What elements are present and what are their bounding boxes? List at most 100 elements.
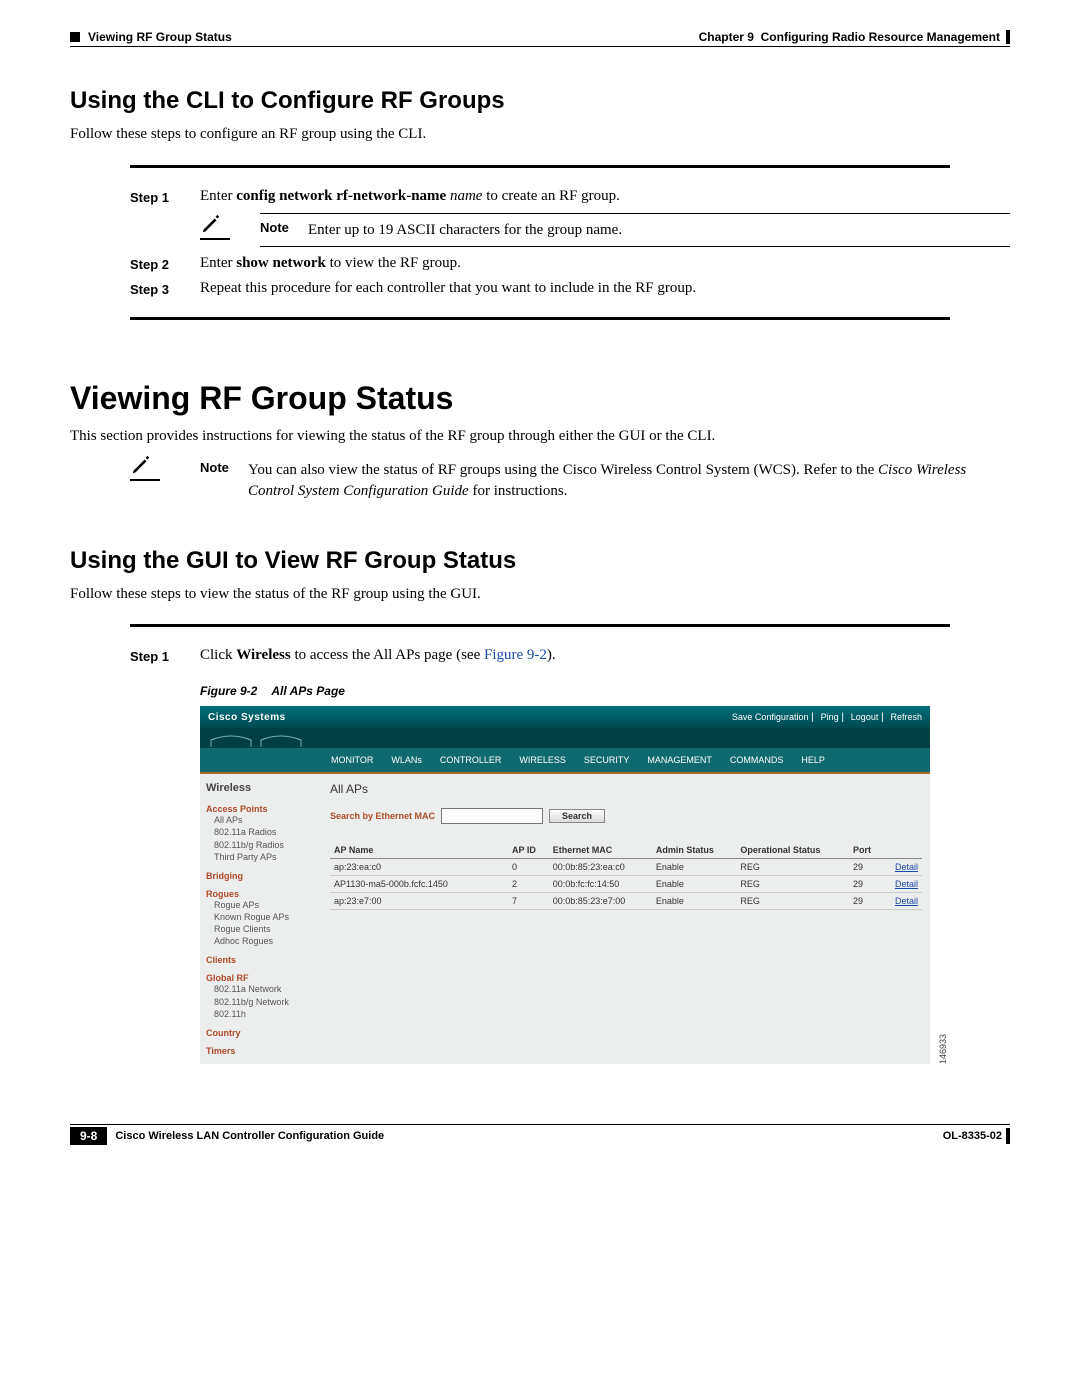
step-1: Step 1 Enter config network rf-network-n… bbox=[70, 188, 1010, 205]
step-3: Step 3 Repeat this procedure for each co… bbox=[70, 280, 1010, 297]
step-3-body: Repeat this procedure for each controlle… bbox=[200, 280, 1010, 297]
sidebar-item-all-aps[interactable]: All APs bbox=[214, 814, 316, 826]
th-op-status: Operational Status bbox=[736, 842, 849, 859]
sidebar-item-80211a-network[interactable]: 802.11a Network bbox=[214, 983, 316, 995]
sidebar-item-rogues[interactable]: Rogues bbox=[206, 889, 316, 899]
table-cell: AP1130-ma5-000b.fcfc.1450 bbox=[330, 876, 508, 893]
header-chapter: Chapter 9 bbox=[699, 30, 754, 44]
tab-wireless[interactable]: WIRELESS bbox=[510, 752, 575, 768]
footer: 9-8 Cisco Wireless LAN Controller Config… bbox=[70, 1127, 1010, 1145]
header-square-icon bbox=[70, 32, 80, 42]
table-cell: Enable bbox=[652, 893, 736, 910]
step-1-label: Step 1 bbox=[130, 188, 200, 205]
detail-link[interactable]: Detail bbox=[882, 893, 922, 910]
table-cell: 2 bbox=[508, 876, 549, 893]
viewing-intro-text: This section provides instructions for v… bbox=[70, 427, 1010, 447]
table-cell: REG bbox=[736, 876, 849, 893]
step-2: Step 2 Enter show network to view the RF… bbox=[70, 255, 1010, 272]
step-2-body: Enter show network to view the RF group. bbox=[200, 255, 1010, 272]
tab-controller[interactable]: CONTROLLER bbox=[431, 752, 511, 768]
note-step1: Note Enter up to 19 ASCII characters for… bbox=[200, 213, 1010, 247]
sidebar-item-80211bg-network[interactable]: 802.11b/g Network bbox=[214, 996, 316, 1008]
tab-help[interactable]: HELP bbox=[792, 752, 834, 768]
footer-end-bar-icon bbox=[1006, 1128, 1010, 1144]
figure-caption: Figure 9-2All APs Page bbox=[200, 684, 1010, 698]
tab-monitor[interactable]: MONITOR bbox=[322, 752, 382, 768]
table-cell: REG bbox=[736, 893, 849, 910]
table-cell: 00:0b:85:23:e7:00 bbox=[549, 893, 652, 910]
step-2-label: Step 2 bbox=[130, 255, 200, 272]
sidebar-item-country[interactable]: Country bbox=[206, 1028, 316, 1038]
link-save-config[interactable]: Save Configuration bbox=[732, 712, 809, 722]
running-header: Viewing RF Group Status Chapter 9 Config… bbox=[70, 30, 1010, 44]
note-label: Note bbox=[200, 460, 248, 475]
sidebar-item-known-rogue-aps[interactable]: Known Rogue APs bbox=[214, 911, 316, 923]
main-title: All APs bbox=[330, 782, 922, 796]
pencil-icon bbox=[200, 213, 222, 235]
sidebar-item-global-rf[interactable]: Global RF bbox=[206, 973, 316, 983]
sidebar-item-clients[interactable]: Clients bbox=[206, 955, 316, 965]
th-admin-status: Admin Status bbox=[652, 842, 736, 859]
tab-wlans[interactable]: WLANs bbox=[382, 752, 431, 768]
sidebar-item-adhoc-rogues[interactable]: Adhoc Rogues bbox=[214, 935, 316, 947]
link-logout[interactable]: Logout bbox=[851, 712, 879, 722]
sidebar-item-80211h[interactable]: 802.11h bbox=[214, 1008, 316, 1020]
table-cell: 29 bbox=[849, 876, 882, 893]
sidebar-item-80211bg-radios[interactable]: 802.11b/g Radios bbox=[214, 839, 316, 851]
sidebar-title: Wireless bbox=[206, 782, 316, 794]
header-end-bar-icon bbox=[1006, 30, 1010, 44]
search-input[interactable] bbox=[441, 808, 543, 824]
sidebar-item-rogue-clients[interactable]: Rogue Clients bbox=[214, 923, 316, 935]
header-left-text: Viewing RF Group Status bbox=[88, 30, 232, 44]
sidebar-item-rogue-aps[interactable]: Rogue APs bbox=[214, 899, 316, 911]
th-port: Port bbox=[849, 842, 882, 859]
sidebar-item-timers[interactable]: Timers bbox=[206, 1046, 316, 1056]
step-1-gui: Step 1 Click Wireless to access the All … bbox=[70, 647, 1010, 664]
th-blank bbox=[882, 842, 922, 859]
table-cell: 0 bbox=[508, 859, 549, 876]
table-cell: 00:0b:85:23:ea:c0 bbox=[549, 859, 652, 876]
pencil-icon bbox=[130, 454, 152, 476]
heading-gui-view: Using the GUI to View RF Group Status bbox=[70, 547, 1010, 575]
th-ap-id: AP ID bbox=[508, 842, 549, 859]
tab-commands[interactable]: COMMANDS bbox=[721, 752, 793, 768]
table-header-row: AP Name AP ID Ethernet MAC Admin Status … bbox=[330, 842, 922, 859]
th-ap-name: AP Name bbox=[330, 842, 508, 859]
heading-cli-configure: Using the CLI to Configure RF Groups bbox=[70, 87, 1010, 115]
cli-intro-text: Follow these steps to configure an RF gr… bbox=[70, 125, 1010, 145]
header-chapter-title: Configuring Radio Resource Management bbox=[761, 30, 1000, 44]
detail-link[interactable]: Detail bbox=[882, 876, 922, 893]
step-3-label: Step 3 bbox=[130, 280, 200, 297]
tab-management[interactable]: MANAGEMENT bbox=[638, 752, 721, 768]
footer-title: Cisco Wireless LAN Controller Configurat… bbox=[115, 1130, 942, 1142]
cisco-bridge-icon bbox=[206, 730, 306, 748]
sidebar-item-access-points[interactable]: Access Points bbox=[206, 804, 316, 814]
table-cell: Enable bbox=[652, 859, 736, 876]
sidebar-item-bridging[interactable]: Bridging bbox=[206, 871, 316, 881]
menubar: MONITOR WLANs CONTROLLER WIRELESS SECURI… bbox=[200, 748, 930, 774]
th-ethernet-mac: Ethernet MAC bbox=[549, 842, 652, 859]
tab-security[interactable]: SECURITY bbox=[575, 752, 639, 768]
search-label: Search by Ethernet MAC bbox=[330, 811, 435, 821]
figure-all-aps-page: Cisco Systems Save Configuration | Ping … bbox=[200, 706, 930, 1064]
figure-ref-link[interactable]: Figure 9-2 bbox=[484, 647, 547, 663]
sidebar-item-80211a-radios[interactable]: 802.11a Radios bbox=[214, 826, 316, 838]
sidebar-item-third-party-aps[interactable]: Third Party APs bbox=[214, 851, 316, 863]
link-refresh[interactable]: Refresh bbox=[890, 712, 922, 722]
table-cell: 00:0b:fc:fc:14:50 bbox=[549, 876, 652, 893]
figure-id: 146933 bbox=[938, 1034, 948, 1064]
link-ping[interactable]: Ping bbox=[821, 712, 839, 722]
table-row: ap:23:e7:00700:0b:85:23:e7:00EnableREG29… bbox=[330, 893, 922, 910]
table-cell: ap:23:ea:c0 bbox=[330, 859, 508, 876]
brand-logo-text: Cisco Systems bbox=[208, 712, 286, 723]
footer-doc-id: OL-8335-02 bbox=[943, 1130, 1002, 1142]
detail-link[interactable]: Detail bbox=[882, 859, 922, 876]
gui-intro-text: Follow these steps to view the status of… bbox=[70, 585, 1010, 605]
search-button[interactable]: Search bbox=[549, 809, 605, 823]
heading-viewing-rf-status: Viewing RF Group Status bbox=[70, 380, 1010, 417]
step-1-body: Enter config network rf-network-name nam… bbox=[200, 188, 1010, 205]
table-row: ap:23:ea:c0000:0b:85:23:ea:c0EnableREG29… bbox=[330, 859, 922, 876]
note-text: Enter up to 19 ASCII characters for the … bbox=[308, 220, 1010, 240]
table-cell: Enable bbox=[652, 876, 736, 893]
table-row: AP1130-ma5-000b.fcfc.1450200:0b:fc:fc:14… bbox=[330, 876, 922, 893]
